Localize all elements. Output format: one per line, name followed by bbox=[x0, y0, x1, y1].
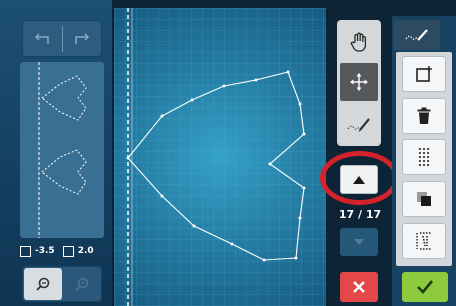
stitch-edit-icon bbox=[347, 118, 370, 132]
zoom-out-icon bbox=[75, 277, 89, 291]
ok-button[interactable] bbox=[402, 272, 448, 302]
delete-button[interactable] bbox=[402, 98, 446, 134]
checkmark-icon bbox=[417, 280, 434, 294]
triangle-down-icon bbox=[354, 239, 364, 245]
undo-redo-group bbox=[22, 20, 102, 57]
triple-stitch-button[interactable] bbox=[402, 139, 446, 175]
redo-button[interactable] bbox=[62, 21, 101, 56]
stitch-edit-tool-button[interactable] bbox=[340, 106, 378, 142]
y-position-icon bbox=[62, 245, 74, 257]
stitch-counter: 17 / 17 bbox=[338, 208, 382, 221]
position-readout: -3.5 2.0 bbox=[20, 244, 104, 258]
pattern-preview[interactable] bbox=[20, 62, 104, 238]
pattern-preview-drawing bbox=[38, 62, 87, 238]
hand-tool-button[interactable] bbox=[340, 24, 378, 59]
move-arrows-icon bbox=[350, 73, 368, 91]
x-position-value: -3.5 bbox=[35, 246, 55, 256]
next-stitch-button[interactable] bbox=[340, 228, 378, 256]
undo-icon bbox=[35, 32, 49, 44]
stitch-canvas[interactable] bbox=[114, 8, 326, 306]
insert-point-button[interactable] bbox=[402, 56, 446, 92]
redo-icon bbox=[74, 32, 89, 44]
triangle-up-icon bbox=[353, 175, 365, 184]
move-tool-button[interactable] bbox=[340, 63, 378, 101]
split-stitch-button[interactable] bbox=[402, 223, 446, 259]
close-icon bbox=[353, 281, 365, 293]
cancel-button[interactable] bbox=[340, 272, 378, 302]
tab-notch bbox=[433, 20, 441, 50]
triple-stitch-icon bbox=[419, 148, 429, 166]
split-stitch-icon bbox=[416, 232, 431, 250]
y-position-value: 2.0 bbox=[77, 246, 94, 256]
hand-icon bbox=[350, 32, 367, 52]
previous-stitch-button[interactable] bbox=[340, 165, 378, 194]
zoom-out-button[interactable] bbox=[64, 268, 100, 300]
trash-icon bbox=[417, 107, 431, 124]
insert-point-icon bbox=[416, 66, 432, 82]
duplicate-button[interactable] bbox=[402, 181, 446, 217]
heart-stitch-pattern bbox=[126, 70, 306, 262]
stitch-edit-icon bbox=[405, 29, 428, 41]
duplicate-icon bbox=[417, 192, 431, 206]
zoom-in-icon bbox=[36, 277, 50, 291]
x-position-icon bbox=[20, 245, 31, 257]
undo-button[interactable] bbox=[23, 21, 62, 56]
zoom-in-button[interactable] bbox=[24, 268, 62, 300]
